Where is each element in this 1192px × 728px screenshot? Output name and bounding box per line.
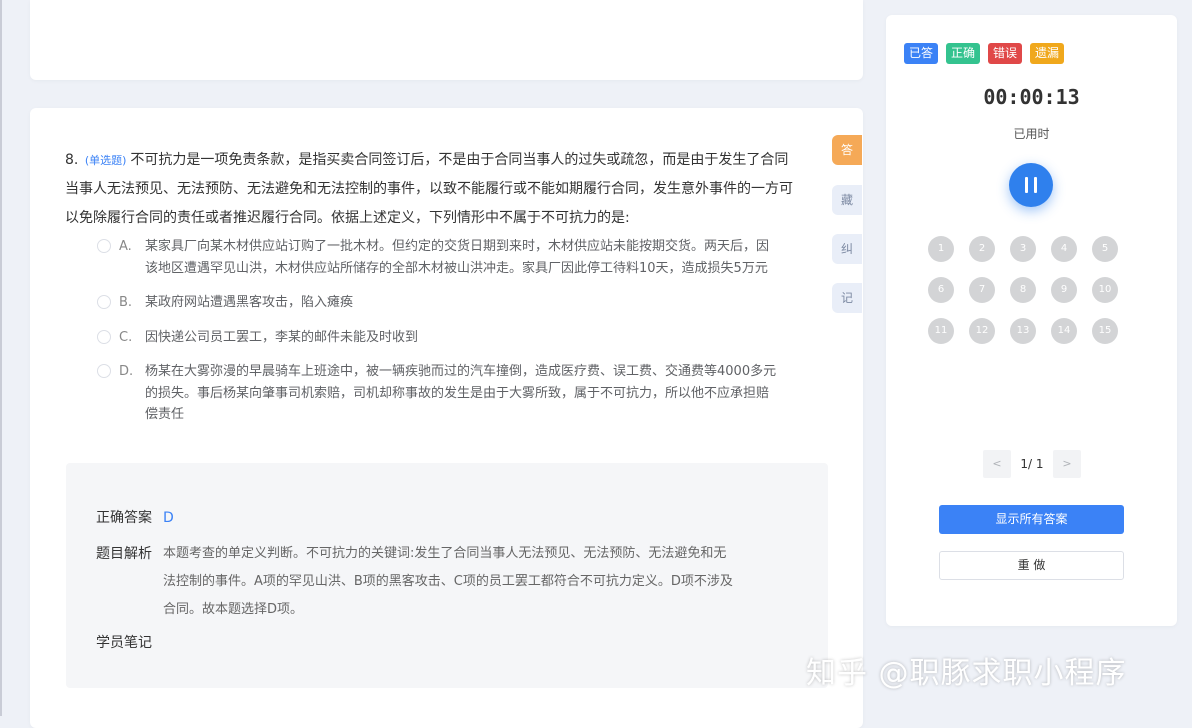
question-text: 不可抗力是一项免责条款，是指买卖合同签订后，不是由于合同当事人的过失或疏忽，而是… <box>65 152 793 226</box>
radio-a[interactable] <box>97 239 111 253</box>
watermark: 知乎 @职豚求职小程序 <box>806 656 1127 691</box>
redo-button[interactable]: 重 做 <box>939 551 1124 580</box>
question-nav-item[interactable]: 2 <box>969 236 995 262</box>
question-number-grid: 1 2 3 4 5 6 7 8 9 10 11 12 13 14 15 <box>928 236 1158 344</box>
tab-favorite[interactable]: 藏 <box>832 185 862 215</box>
question-nav-item[interactable]: 13 <box>1010 318 1036 344</box>
page-indicator: 1/ 1 <box>1020 457 1044 471</box>
legend-correct: 正确 <box>946 43 981 64</box>
analysis-box: 正确答案 D 题目解析 本题考查的单定义判断。不可抗力的关键词:发生了合同当事人… <box>66 463 828 688</box>
options-list: A. 某家具厂向某木材供应站订购了一批木材。但约定的交货日期到来时，木材供应站未… <box>97 236 777 439</box>
status-legend: 已答 正确 错误 遗漏 <box>904 43 1065 64</box>
legend-missed: 遗漏 <box>1030 43 1065 64</box>
tab-correction[interactable]: 纠 <box>832 234 862 264</box>
answer-sheet-panel: 已答 正确 错误 遗漏 00:00:13 已用时 1 2 3 4 5 6 7 8… <box>886 15 1177 626</box>
elapsed-timer: 00:00:13 <box>983 85 1080 109</box>
question-nav-item[interactable]: 4 <box>1051 236 1077 262</box>
question-number: 8. <box>65 152 79 168</box>
option-b[interactable]: B. 某政府网站遭遇黑客攻击，陷入瘫痪 <box>97 292 777 314</box>
question-nav-item[interactable]: 12 <box>969 318 995 344</box>
question-nav-item[interactable]: 5 <box>1092 236 1118 262</box>
option-letter: A. <box>119 239 132 254</box>
question-nav-item[interactable]: 14 <box>1051 318 1077 344</box>
pause-button[interactable] <box>1009 163 1053 207</box>
previous-question-card <box>30 0 863 80</box>
option-a[interactable]: A. 某家具厂向某木材供应站订购了一批木材。但约定的交货日期到来时，木材供应站未… <box>97 236 777 279</box>
tab-note[interactable]: 记 <box>832 283 862 313</box>
radio-d[interactable] <box>97 364 111 378</box>
pause-icon <box>1034 177 1037 193</box>
correct-answer-value: D <box>163 510 174 526</box>
pagination: < 1/ 1 > <box>983 450 1081 478</box>
explanation-label: 题目解析 <box>96 546 152 562</box>
show-all-answers-button[interactable]: 显示所有答案 <box>939 505 1124 534</box>
legend-answered: 已答 <box>904 43 939 64</box>
option-c[interactable]: C. 因快递公司员工罢工，李某的邮件未能及时收到 <box>97 327 777 349</box>
radio-c[interactable] <box>97 329 111 344</box>
explanation-text: 本题考查的单定义判断。不可抗力的关键词:发生了合同当事人无法预见、无法预防、无法… <box>163 540 733 624</box>
question-type-tag: (单选题) <box>84 154 127 167</box>
question-nav-item[interactable]: 9 <box>1051 277 1077 303</box>
left-edge-rule <box>0 0 2 716</box>
question-nav-item[interactable]: 15 <box>1092 318 1118 344</box>
option-letter: B. <box>119 295 133 310</box>
question-nav-item[interactable]: 7 <box>969 277 995 303</box>
pause-icon <box>1025 177 1028 193</box>
question-nav-item[interactable]: 3 <box>1010 236 1036 262</box>
next-page-button[interactable]: > <box>1053 450 1081 478</box>
option-text: 杨某在大雾弥漫的早晨骑车上班途中，被一辆疾驰而过的汽车撞倒，造成医疗费、误工费、… <box>145 364 777 422</box>
correct-answer-label: 正确答案 <box>96 510 152 526</box>
option-letter: D. <box>119 364 134 379</box>
question-nav-item[interactable]: 1 <box>928 236 954 262</box>
option-text: 某家具厂向某木材供应站订购了一批木材。但约定的交货日期到来时，木材供应站未能按期… <box>145 239 770 276</box>
question-nav-item[interactable]: 6 <box>928 277 954 303</box>
question-nav-item[interactable]: 10 <box>1092 277 1118 303</box>
legend-wrong: 错误 <box>988 43 1023 64</box>
tab-answer[interactable]: 答 <box>832 135 862 165</box>
question-card: 8. (单选题) 不可抗力是一项免责条款，是指买卖合同签订后，不是由于合同当事人的… <box>30 108 863 728</box>
question-stem: 8. (单选题) 不可抗力是一项免责条款，是指买卖合同签订后，不是由于合同当事人的… <box>65 146 795 233</box>
option-letter: C. <box>119 329 133 345</box>
radio-b[interactable] <box>97 295 111 309</box>
question-nav-item[interactable]: 11 <box>928 318 954 344</box>
explanation-line: 合同。故本题选择D项。 <box>163 602 304 617</box>
question-nav-item[interactable]: 8 <box>1010 277 1036 303</box>
prev-page-button[interactable]: < <box>983 450 1011 478</box>
option-text: 因快递公司员工罢工，李某的邮件未能及时收到 <box>145 329 419 345</box>
option-text: 某政府网站遭遇黑客攻击，陷入瘫痪 <box>145 295 354 310</box>
elapsed-label: 已用时 <box>1013 127 1050 141</box>
option-d[interactable]: D. 杨某在大雾弥漫的早晨骑车上班途中，被一辆疾驰而过的汽车撞倒，造成医疗费、误… <box>97 361 777 426</box>
explanation-line: 法控制的事件。A项的罕见山洪、B项的黑客攻击、C项的员工罢工都符合不可抗力定义。… <box>163 574 733 589</box>
explanation-line: 本题考查的单定义判断。不可抗力的关键词:发生了合同当事人无法预见、无法预防、无法… <box>163 546 727 561</box>
student-notes-label: 学员笔记 <box>96 635 152 651</box>
